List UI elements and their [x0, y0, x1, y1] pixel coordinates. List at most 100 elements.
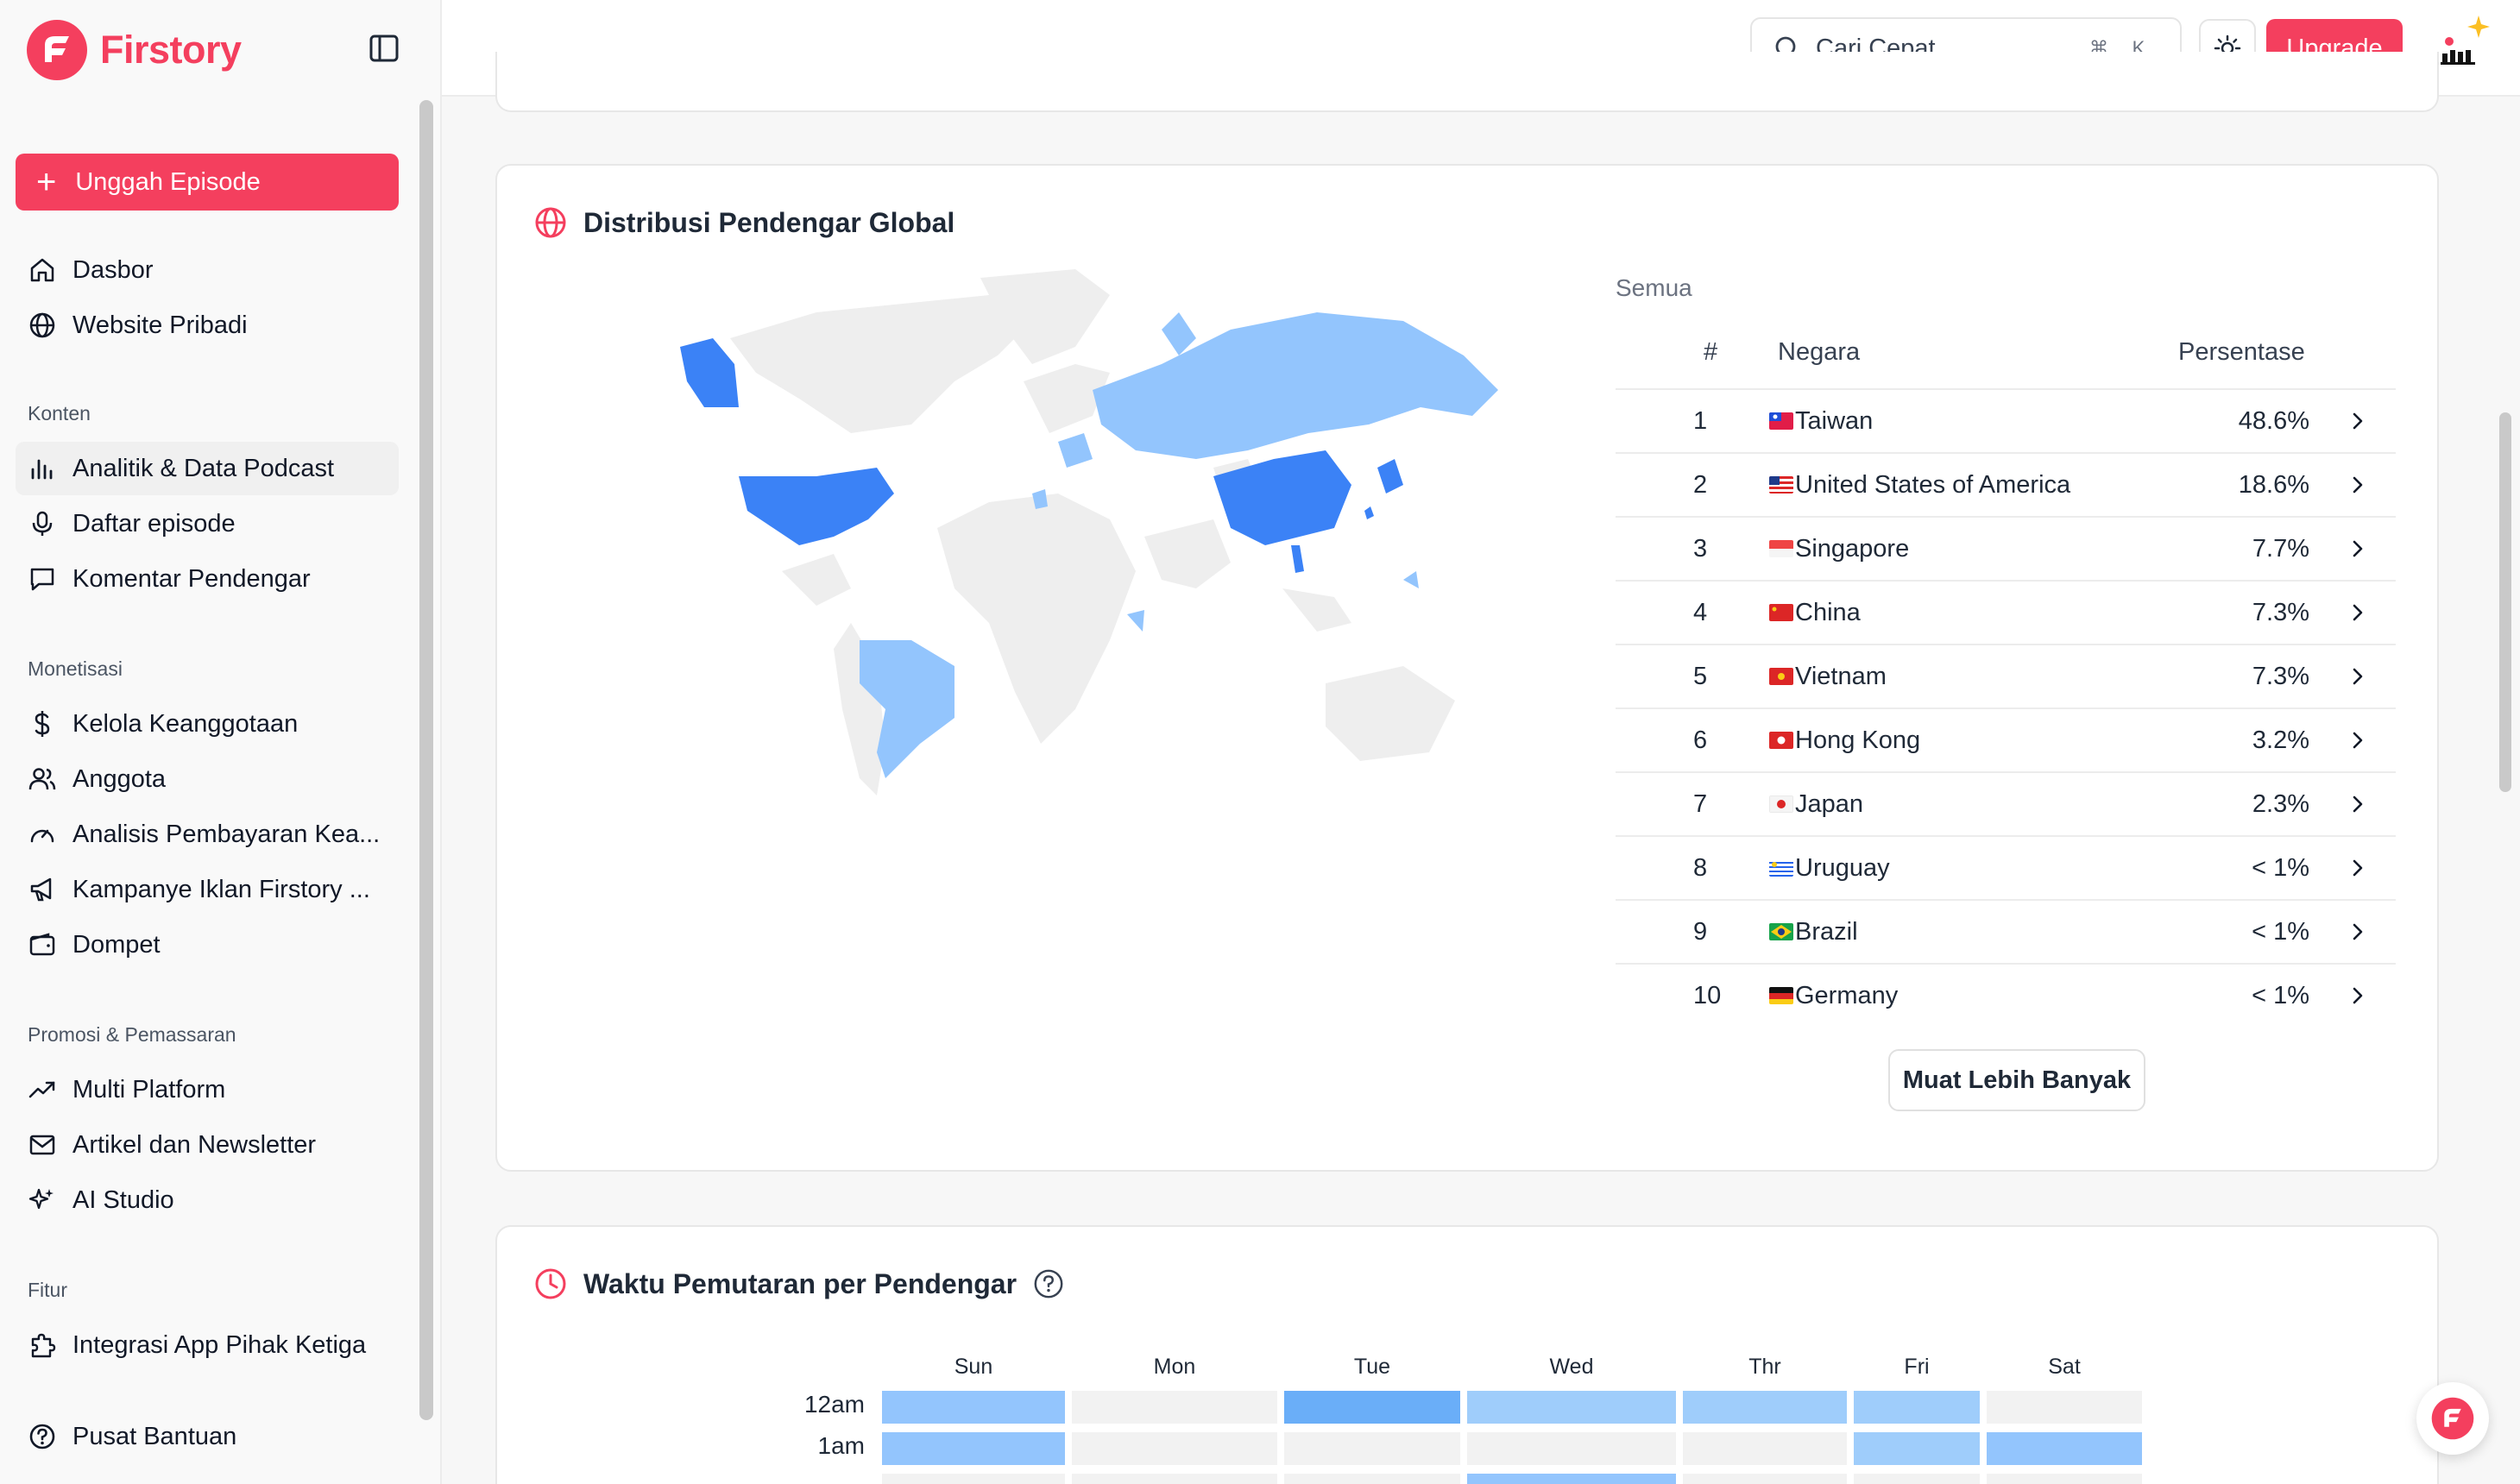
chevron-right-icon[interactable] — [2346, 856, 2370, 880]
home-icon — [30, 258, 54, 282]
brand-name: Firstory — [100, 28, 242, 72]
sidebar-item-ai-studio[interactable]: AI Studio — [16, 1173, 399, 1227]
heatmap-cell[interactable] — [1284, 1432, 1460, 1465]
country-percent: 7.3% — [2252, 663, 2309, 690]
flag-hong-kong-icon — [1769, 732, 1793, 749]
gauge-icon — [30, 829, 54, 843]
country-percent: 7.3% — [2252, 599, 2309, 626]
sidebar-item-website-pribadi[interactable]: Website Pribadi — [16, 299, 399, 352]
sidebar-item-label: Multi Platform — [72, 1075, 226, 1104]
distribution-filter[interactable]: Semua — [1616, 274, 1692, 302]
heatmap-cell[interactable] — [1683, 1391, 1847, 1424]
help-circle-icon[interactable] — [1032, 1267, 1065, 1300]
support-chat-button[interactable] — [2416, 1382, 2489, 1455]
heatmap-cell[interactable] — [1467, 1432, 1676, 1465]
country-row[interactable]: 8 Uruguay < 1% — [1616, 835, 2396, 899]
heatmap-day-label: Thr — [1748, 1355, 1781, 1379]
heatmap-day-label: Tue — [1353, 1355, 1391, 1379]
chevron-right-icon[interactable] — [2346, 601, 2370, 625]
country-row[interactable]: 10 Germany < 1% — [1616, 963, 2396, 1027]
heatmap-cell[interactable] — [1072, 1474, 1277, 1484]
sidebar-item-analitik-data-podcast[interactable]: Analitik & Data Podcast — [16, 442, 399, 495]
heatmap-cell[interactable] — [1284, 1391, 1460, 1424]
heatmap-cell[interactable] — [1987, 1474, 2142, 1484]
heatmap-cell[interactable] — [1467, 1391, 1676, 1424]
heatmap-cell[interactable] — [1854, 1474, 1980, 1484]
country-row[interactable]: 1 Taiwan 48.6% — [1616, 388, 2396, 452]
country-percent: 48.6% — [2238, 407, 2309, 435]
country-row[interactable]: 6 Hong Kong 3.2% — [1616, 707, 2396, 771]
flag-japan-icon — [1769, 795, 1793, 813]
sidebar-item-artikel-dan-newsletter[interactable]: Artikel dan Newsletter — [16, 1118, 399, 1172]
sidebar-item-daftar-episode[interactable]: Daftar episode — [16, 497, 399, 550]
flag-germany-icon — [1769, 987, 1793, 1004]
sidebar-section-monetisasi: Monetisasi — [28, 657, 123, 680]
sidebar-item-label: Kelola Keanggotaan — [72, 709, 299, 738]
sidebar-item-help-center[interactable]: Pusat Bantuan — [16, 1410, 399, 1463]
country-row[interactable]: 4 China 7.3% — [1616, 580, 2396, 644]
sidebar-section-fitur: Fitur — [28, 1279, 67, 1301]
heatmap-cell[interactable] — [882, 1391, 1065, 1424]
country-name: United States of America — [1795, 471, 2071, 499]
heatmap-cell[interactable] — [1683, 1432, 1847, 1465]
chevron-right-icon[interactable] — [2346, 664, 2370, 689]
heatmap-cell[interactable] — [1854, 1432, 1980, 1465]
country-name: Brazil — [1795, 918, 1858, 946]
chevron-right-icon[interactable] — [2346, 920, 2370, 944]
column-percent-header[interactable]: Persentase — [2178, 338, 2305, 367]
country-row[interactable]: 9 Brazil < 1% — [1616, 899, 2396, 963]
heatmap-cell[interactable] — [1467, 1474, 1676, 1484]
world-map[interactable] — [627, 261, 1576, 821]
country-name: Uruguay — [1795, 854, 1890, 882]
country-rank: 4 — [1693, 599, 1708, 626]
country-rank: 1 — [1693, 407, 1708, 435]
mail-icon — [29, 1135, 55, 1155]
heatmap-cell[interactable] — [1284, 1474, 1460, 1484]
sidebar-item-dasbor[interactable]: Dasbor — [16, 243, 399, 297]
chevron-right-icon[interactable] — [2346, 473, 2370, 497]
playtime-card-title: Waktu Pemutaran per Pendengar — [533, 1267, 1065, 1301]
country-rank: 7 — [1693, 790, 1708, 818]
heatmap-cell[interactable] — [1854, 1391, 1980, 1424]
country-percent: < 1% — [2252, 918, 2309, 946]
heatmap-cell[interactable] — [1987, 1432, 2142, 1465]
sidebar-item-multi-platform[interactable]: Multi Platform — [16, 1063, 399, 1116]
load-more-button[interactable]: Muat Lebih Banyak — [1888, 1049, 2145, 1111]
country-row[interactable]: 3 Singapore 7.7% — [1616, 516, 2396, 580]
sidebar-item-analisis-pembayaran-kea[interactable]: Analisis Pembayaran Kea... — [16, 808, 399, 861]
wallet-icon — [29, 933, 55, 956]
sidebar-item-kampanye-iklan-firstory[interactable]: Kampanye Iklan Firstory ... — [16, 863, 399, 916]
heatmap-cell[interactable] — [882, 1432, 1065, 1465]
collapse-sidebar-button[interactable] — [366, 31, 404, 66]
upload-episode-button[interactable]: + Unggah Episode — [16, 154, 399, 211]
flag-brazil-icon — [1769, 923, 1793, 940]
chevron-right-icon[interactable] — [2346, 728, 2370, 752]
chevron-right-icon[interactable] — [2346, 984, 2370, 1008]
globe-icon — [29, 312, 55, 338]
country-row[interactable]: 7 Japan 2.3% — [1616, 771, 2396, 835]
sidebar-item-dompet[interactable]: Dompet — [16, 918, 399, 972]
sidebar-section-promosi-pemassaran: Promosi & Pemassaran — [28, 1023, 236, 1046]
sidebar-item-kelola-keanggotaan[interactable]: Kelola Keanggotaan — [16, 697, 399, 751]
chevron-right-icon[interactable] — [2346, 537, 2370, 561]
country-rank: 3 — [1693, 535, 1708, 563]
country-row[interactable]: 2 United States of America 18.6% — [1616, 452, 2396, 516]
content-scrollbar[interactable] — [2499, 412, 2511, 792]
sidebar-item-label: Analitik & Data Podcast — [72, 454, 335, 482]
heatmap-cell[interactable] — [1072, 1432, 1277, 1465]
sidebar-scrollbar[interactable] — [419, 100, 433, 1420]
upload-episode-label: Unggah Episode — [75, 167, 261, 196]
heatmap-cell[interactable] — [1072, 1391, 1277, 1424]
country-row[interactable]: 5 Vietnam 7.3% — [1616, 644, 2396, 707]
sidebar-item-integrasi-app-pihak-ketiga[interactable]: Integrasi App Pihak Ketiga — [16, 1318, 399, 1372]
heatmap-cell[interactable] — [1683, 1474, 1847, 1484]
firstory-logo[interactable]: Firstory — [26, 19, 242, 81]
puzzle-icon — [31, 1333, 56, 1358]
heatmap-cell[interactable] — [1987, 1391, 2142, 1424]
sidebar-item-komentar-pendengar[interactable]: Komentar Pendengar — [16, 552, 399, 606]
chevron-right-icon[interactable] — [2346, 409, 2370, 433]
sidebar-item-anggota[interactable]: Anggota — [16, 752, 399, 806]
chevron-right-icon[interactable] — [2346, 792, 2370, 816]
column-rank-header: # — [1704, 338, 1718, 366]
heatmap-cell[interactable] — [882, 1474, 1065, 1484]
